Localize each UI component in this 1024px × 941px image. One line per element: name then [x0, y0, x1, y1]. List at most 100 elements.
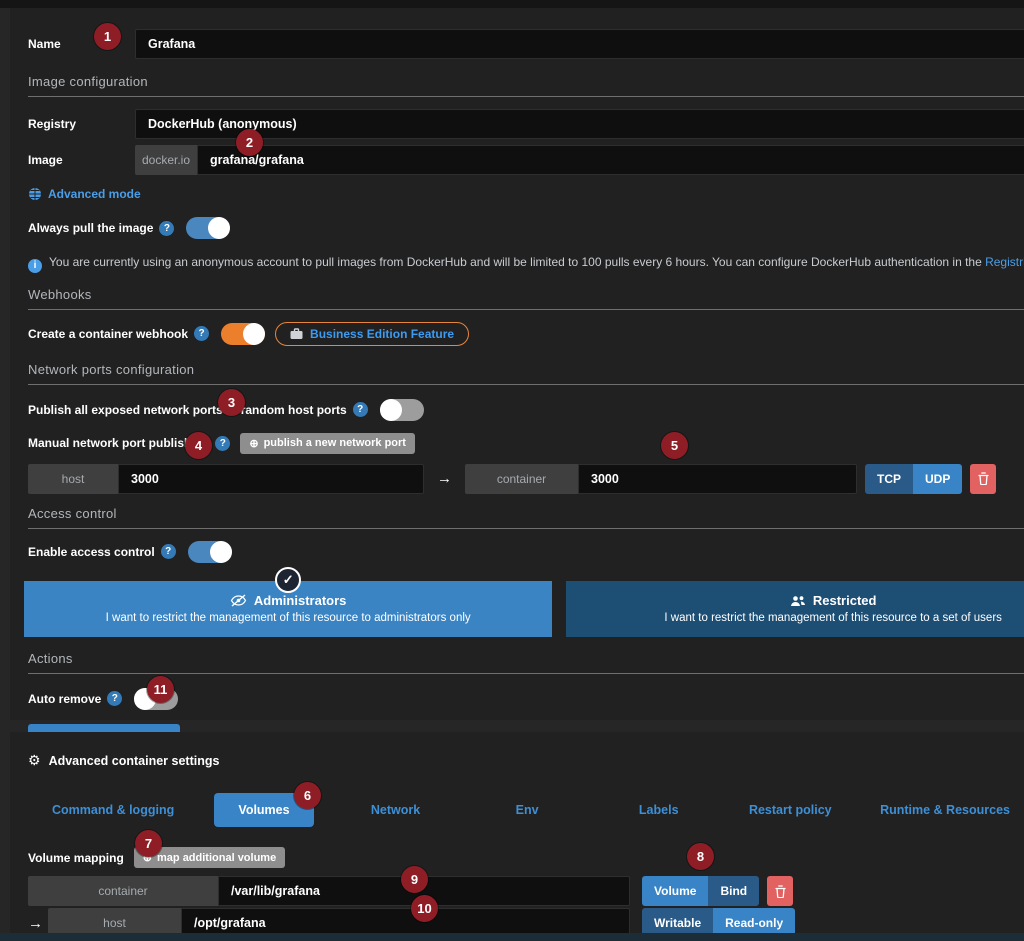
- always-pull-row: Always pull the image ?: [28, 217, 1024, 239]
- advanced-settings-panel: ⚙ Advanced container settings Command & …: [10, 732, 1024, 933]
- plus-circle-icon: ⊕: [249, 437, 258, 450]
- top-bar: [0, 0, 1024, 8]
- webhook-toggle[interactable]: [221, 323, 265, 345]
- access-control-header: Access control: [28, 506, 1024, 529]
- volume-mapping-row: Volume mapping ⊕ map additional volume: [28, 847, 1024, 868]
- volume-type-button[interactable]: Volume: [642, 876, 708, 906]
- administrators-option[interactable]: ✓ Administrators I want to restrict the …: [24, 581, 552, 637]
- publish-new-port-label: publish a new network port: [264, 437, 406, 449]
- tab-command-logging[interactable]: Command & logging: [28, 793, 198, 827]
- administrators-title: Administrators: [254, 593, 346, 608]
- tab-network[interactable]: Network: [347, 793, 444, 827]
- image-input[interactable]: grafana/grafana: [197, 145, 1024, 175]
- tab-env[interactable]: Env: [492, 793, 563, 827]
- image-label: Image: [28, 153, 135, 167]
- arrow-right-icon: →: [437, 470, 452, 487]
- volume-host-value: /opt/grafana: [194, 916, 266, 930]
- publish-all-label: Publish all exposed network ports to ran…: [28, 403, 347, 417]
- container-create-form: Name Grafana Image configuration Registr…: [10, 8, 1024, 720]
- briefcase-icon: [290, 328, 303, 340]
- enable-access-toggle[interactable]: [188, 541, 232, 563]
- globe-icon: [28, 187, 42, 201]
- host-port-prefix: host: [28, 464, 118, 494]
- annotation-badge: 1: [94, 23, 121, 50]
- registry-select[interactable]: DockerHub (anonymous): [135, 109, 1024, 139]
- pull-limit-notice: i You are currently using an anonymous ac…: [28, 255, 1024, 273]
- publish-all-row: Publish all exposed network ports to ran…: [28, 399, 1024, 421]
- tab-restart-policy[interactable]: Restart policy: [725, 793, 856, 827]
- network-ports-header: Network ports configuration: [28, 362, 1024, 385]
- help-icon[interactable]: ?: [215, 436, 230, 451]
- restricted-subtitle: I want to restrict the management of thi…: [664, 612, 1002, 624]
- help-icon[interactable]: ?: [161, 544, 176, 559]
- always-pull-toggle[interactable]: [186, 217, 230, 239]
- gear-icon: ⚙: [28, 752, 41, 769]
- volume-container-row: container /var/lib/grafana Volume Bind: [28, 876, 1024, 906]
- annotation-badge: 11: [147, 676, 174, 703]
- volume-mapping-label: Volume mapping: [28, 851, 124, 865]
- host-port-group: host 3000: [28, 464, 424, 494]
- advanced-settings-header-row: ⚙ Advanced container settings: [28, 752, 1024, 769]
- users-icon: [790, 595, 806, 607]
- annotation-badge: 3: [218, 389, 245, 416]
- auto-remove-row: Auto remove ?: [28, 688, 1024, 710]
- registry-selected-value: DockerHub (anonymous): [148, 117, 297, 131]
- publish-all-toggle[interactable]: [380, 399, 424, 421]
- actions-header: Actions: [28, 651, 1024, 674]
- image-input-value: grafana/grafana: [210, 153, 304, 167]
- tab-labels[interactable]: Labels: [615, 793, 703, 827]
- advanced-mode-link[interactable]: Advanced mode: [48, 187, 141, 201]
- image-registry-prefix: docker.io: [135, 145, 197, 175]
- annotation-badge: 7: [135, 830, 162, 857]
- image-configuration-header: Image configuration: [28, 74, 1024, 97]
- protocol-toggle-group: TCP UDP: [865, 464, 962, 494]
- next-section-edge: [0, 933, 1024, 941]
- business-edition-label: Business Edition Feature: [310, 327, 454, 341]
- webhook-row: Create a container webhook ? Business Ed…: [28, 322, 1024, 346]
- selected-check-icon: ✓: [275, 567, 301, 593]
- annotation-badge: 4: [185, 432, 212, 459]
- delete-port-button[interactable]: [970, 464, 996, 494]
- access-options-row: ✓ Administrators I want to restrict the …: [24, 581, 1024, 637]
- annotation-badge: 2: [236, 129, 263, 156]
- tab-runtime-resources[interactable]: Runtime & Resources: [856, 793, 1024, 827]
- notice-text-before: You are currently using an anonymous acc…: [49, 255, 985, 269]
- auto-remove-label: Auto remove: [28, 692, 101, 706]
- container-port-value: 3000: [591, 472, 619, 486]
- udp-button[interactable]: UDP: [913, 464, 962, 494]
- host-port-input[interactable]: 3000: [118, 464, 424, 494]
- container-port-prefix: container: [465, 464, 578, 494]
- webhook-label: Create a container webhook: [28, 327, 188, 341]
- help-icon[interactable]: ?: [353, 402, 368, 417]
- advanced-settings-title: Advanced container settings: [49, 754, 220, 768]
- name-row: Name Grafana: [28, 28, 1024, 60]
- annotation-badge: 9: [401, 866, 428, 893]
- name-input[interactable]: Grafana: [135, 29, 1024, 59]
- container-port-input[interactable]: 3000: [578, 464, 857, 494]
- map-additional-volume-label: map additional volume: [157, 852, 276, 864]
- restricted-title: Restricted: [813, 593, 877, 608]
- volume-container-value: /var/lib/grafana: [231, 884, 320, 898]
- advanced-mode-row: Advanced mode: [28, 187, 1024, 201]
- help-icon[interactable]: ?: [194, 326, 209, 341]
- bind-type-button[interactable]: Bind: [708, 876, 759, 906]
- administrators-subtitle: I want to restrict the management of thi…: [106, 612, 471, 624]
- help-icon[interactable]: ?: [159, 221, 174, 236]
- annotation-badge: 6: [294, 782, 321, 809]
- registries-view-link[interactable]: Registries View: [985, 255, 1024, 269]
- trash-icon: [978, 472, 989, 485]
- delete-volume-button[interactable]: [767, 876, 793, 906]
- restricted-option[interactable]: Restricted I want to restrict the manage…: [566, 581, 1024, 637]
- manual-publish-label: Manual network port publishing: [28, 436, 209, 450]
- volume-container-prefix: container: [28, 876, 218, 906]
- info-icon: i: [28, 259, 42, 273]
- publish-new-port-button[interactable]: ⊕ publish a new network port: [240, 433, 415, 454]
- arrow-right-icon: →: [28, 915, 48, 932]
- tcp-button[interactable]: TCP: [865, 464, 913, 494]
- image-row: Image docker.io grafana/grafana: [28, 145, 1024, 175]
- advanced-settings-tabs: Command & logging Volumes Network Env La…: [28, 793, 1024, 827]
- registry-row: Registry DockerHub (anonymous): [28, 109, 1024, 139]
- always-pull-label: Always pull the image: [28, 221, 153, 235]
- manual-publish-row: Manual network port publishing ? ⊕ publi…: [28, 433, 1024, 454]
- help-icon[interactable]: ?: [107, 691, 122, 706]
